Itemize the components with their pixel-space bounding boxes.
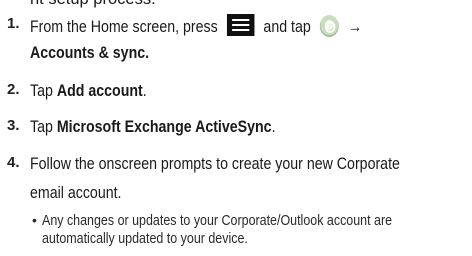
step-1-line-1: From the Home screen, press and tap → bbox=[30, 14, 362, 37]
step-number: 4. bbox=[7, 154, 20, 171]
step-3-prefix: Tap bbox=[30, 118, 57, 136]
step-number: 3. bbox=[7, 117, 20, 134]
step-2-suffix: . bbox=[142, 82, 147, 100]
arrow-icon: → bbox=[347, 18, 363, 36]
step-4-line-1: Follow the onscreen prompts to create yo… bbox=[30, 155, 400, 173]
step-1-text-prefix: From the Home screen, press bbox=[30, 18, 218, 36]
menu-key-icon bbox=[226, 14, 255, 36]
bullet-dot: • bbox=[32, 212, 37, 228]
bullet-line-2: automatically updated to your device. bbox=[42, 231, 248, 247]
accounts-sync-label: Accounts & sync. bbox=[30, 44, 150, 62]
settings-gear-icon bbox=[319, 15, 339, 37]
bullet-line-1: Any changes or updates to your Corporate… bbox=[42, 213, 393, 229]
step-4-line-2: email account. bbox=[30, 184, 122, 202]
step-3-suffix: . bbox=[271, 118, 276, 136]
exchange-activesync-label: Microsoft Exchange ActiveSync bbox=[56, 118, 272, 136]
step-2-prefix: Tap bbox=[30, 82, 57, 100]
step-1-line-2: Accounts & sync. bbox=[30, 43, 149, 63]
step-3-text: Tap Microsoft Exchange ActiveSync. bbox=[30, 117, 276, 137]
step-number: 1. bbox=[7, 15, 20, 32]
step-2-text: Tap Add account. bbox=[30, 81, 147, 101]
add-account-label: Add account bbox=[56, 82, 143, 100]
step-1-text-mid: and tap bbox=[263, 18, 311, 36]
cut-off-line: nt setup process. bbox=[30, 0, 156, 9]
cut-off-text: nt setup process. bbox=[0, 0, 472, 9]
step-number: 2. bbox=[7, 81, 20, 98]
